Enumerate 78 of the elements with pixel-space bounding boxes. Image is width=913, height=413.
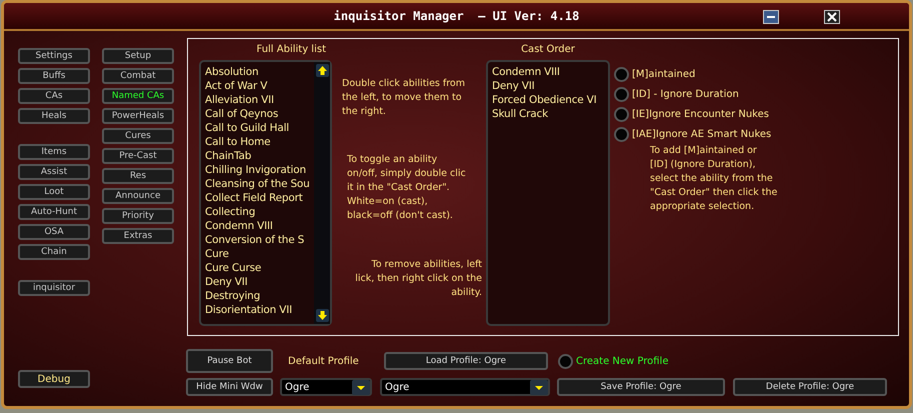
- nav-button[interactable]: Loot: [18, 184, 90, 200]
- list-item[interactable]: Conversion of the S: [205, 233, 314, 247]
- nav-button[interactable]: Extras: [102, 228, 174, 244]
- list-item[interactable]: Call to Guild Hall: [205, 121, 314, 135]
- nav-button[interactable]: Combat: [102, 68, 174, 84]
- list-item[interactable]: ChainTab: [205, 149, 314, 163]
- scroll-up-icon[interactable]: [316, 64, 328, 77]
- profile-dropdown[interactable]: Ogre: [380, 378, 550, 396]
- list-item[interactable]: Call of Qeynos: [205, 107, 314, 121]
- list-item[interactable]: Call to Home: [205, 135, 314, 149]
- nav-button[interactable]: Res: [102, 168, 174, 184]
- cast-order-list[interactable]: Condemn VIII Deny VII Forced Obedience VI Skull Crack: [486, 60, 610, 326]
- radio-button[interactable]: [614, 86, 629, 102]
- nav-button[interactable]: OSA: [18, 224, 90, 240]
- hide-window-button[interactable]: Hide Mini Wdw: [186, 378, 273, 396]
- list-item[interactable]: Condemn VIII: [492, 65, 608, 79]
- minimize-button[interactable]: [763, 10, 779, 24]
- nav-button[interactable]: Heals: [18, 108, 90, 124]
- list-item[interactable]: Skull Crack: [492, 107, 608, 121]
- pause-button[interactable]: Pause Bot: [186, 349, 273, 373]
- option-label: Create New Profile: [576, 356, 668, 366]
- nav-button[interactable]: Priority: [102, 208, 174, 224]
- nav-button[interactable]: Named CAs: [102, 88, 174, 104]
- ability-list[interactable]: [199, 60, 332, 326]
- nav-button[interactable]: Pre-Cast: [102, 148, 174, 164]
- option-label: [IAE]Ignore AE Smart Nukes: [632, 128, 772, 140]
- help-text: To remove abilities, left lick, then right click on the ability.: [354, 258, 482, 300]
- help-text: Double click abilities from the left, to move them to the right.: [342, 77, 466, 119]
- radio-button[interactable]: [614, 106, 629, 122]
- profile-dropdown[interactable]: Ogre: [280, 378, 372, 396]
- list-item[interactable]: Disorientation VII: [205, 303, 314, 317]
- radio-button[interactable]: [614, 66, 629, 82]
- list-item[interactable]: Deny VII: [205, 275, 314, 289]
- list-item[interactable]: Alleviation VII: [205, 93, 314, 107]
- option-label: [IE]Ignore Encounter Nukes: [632, 108, 769, 120]
- list-item[interactable]: Act of War V: [205, 79, 314, 93]
- nav-button[interactable]: inquisitor: [18, 280, 90, 296]
- nav-button[interactable]: Setup: [102, 48, 174, 64]
- nav-button[interactable]: Settings: [18, 48, 90, 64]
- save-profile-button[interactable]: Save Profile: Ogre: [557, 378, 725, 396]
- field-label: Default Profile: [288, 356, 360, 366]
- window-title: inquisitor Manager — UI Ver: 4.18: [334, 9, 580, 23]
- list-item[interactable]: Condemn VIII: [205, 219, 314, 233]
- radio-button[interactable]: [614, 126, 629, 142]
- nav-button[interactable]: Chain: [18, 244, 90, 260]
- help-text: To add [M]aintained or [ID] (Ignore Duration), select the ability from the "Cast Order" then click the appropriate selection.: [650, 144, 778, 214]
- help-text: To toggle an ability on/off, simply double clic it in the "Cast Order". White=on (cast), black=off (don't cast).: [347, 153, 467, 223]
- radio-button[interactable]: [558, 354, 573, 368]
- list-title: Full Ability list: [256, 43, 326, 57]
- list-item[interactable]: Deny VII: [492, 79, 608, 93]
- nav-button[interactable]: Cures: [102, 128, 174, 144]
- close-icon: [827, 12, 837, 22]
- minimize-icon: [766, 13, 776, 21]
- option-label: [M]aintained: [632, 68, 696, 80]
- delete-profile-button[interactable]: Delete Profile: Ogre: [733, 378, 887, 396]
- list-item[interactable]: Cure Curse: [205, 261, 314, 275]
- nav-button[interactable]: Assist: [18, 164, 90, 180]
- list-title: Cast Order: [521, 43, 575, 57]
- scroll-down-icon[interactable]: [316, 309, 328, 322]
- scrollbar[interactable]: [314, 62, 330, 324]
- list-item[interactable]: Forced Obedience VI: [492, 93, 608, 107]
- close-button[interactable]: [824, 10, 840, 24]
- list-item[interactable]: Chilling Invigoration: [205, 163, 314, 177]
- list-item[interactable]: Absolution: [205, 65, 314, 79]
- option-label: [ID] - Ignore Duration: [632, 88, 739, 100]
- nav-button[interactable]: Buffs: [18, 68, 90, 84]
- list-item[interactable]: Collecting: [205, 205, 314, 219]
- nav-button[interactable]: CAs: [18, 88, 90, 104]
- list-item[interactable]: Cure: [205, 247, 314, 261]
- list-item[interactable]: Collect Field Report: [205, 191, 314, 205]
- nav-button[interactable]: Items: [18, 144, 90, 160]
- nav-button[interactable]: Auto-Hunt: [18, 204, 90, 220]
- nav-button[interactable]: PowerHeals: [102, 108, 174, 124]
- load-profile-button[interactable]: Load Profile: Ogre: [384, 352, 548, 370]
- debug-button[interactable]: Debug: [18, 370, 90, 388]
- nav-button[interactable]: Announce: [102, 188, 174, 204]
- list-item[interactable]: Destroying: [205, 289, 314, 303]
- list-item[interactable]: Cleansing of the Sou: [205, 177, 314, 191]
